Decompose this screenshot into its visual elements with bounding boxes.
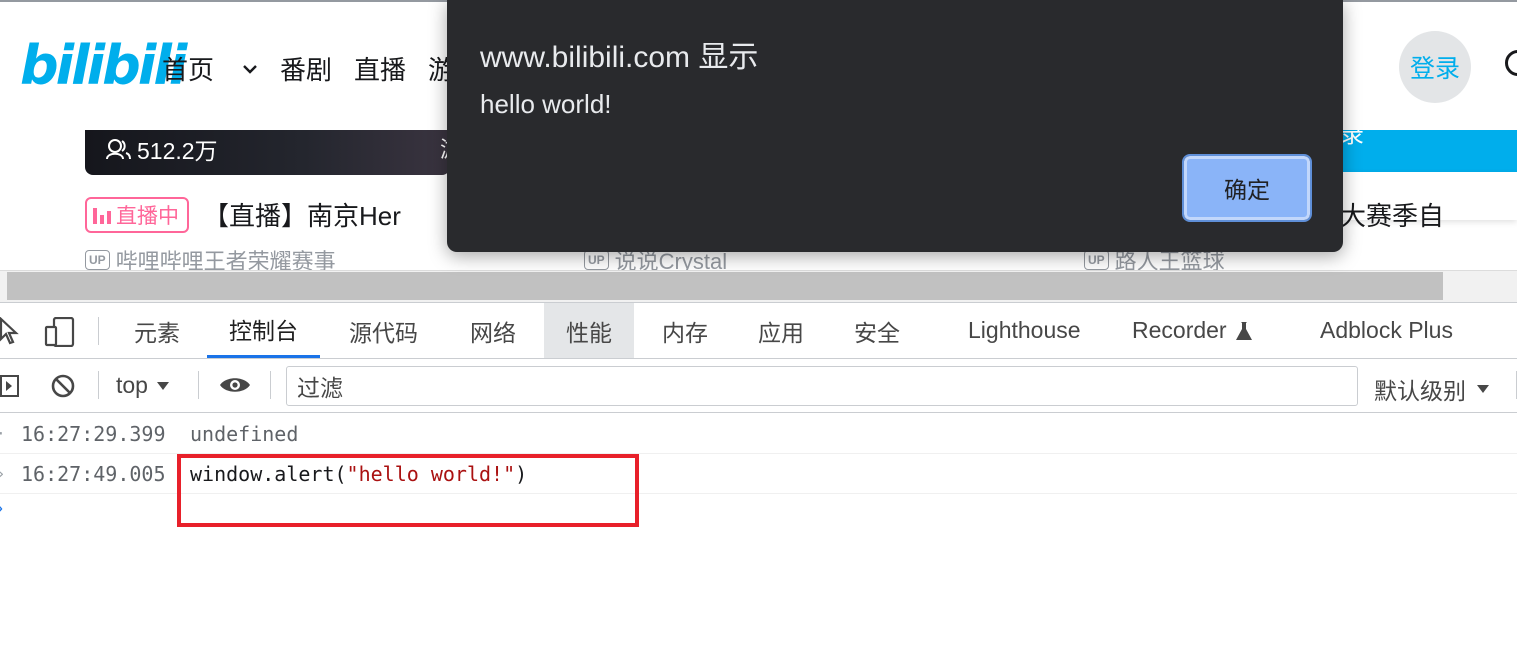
dialog-message: hello world!: [480, 89, 612, 119]
ok-button[interactable]: 确定: [1182, 154, 1312, 222]
toolbar-divider: [198, 371, 199, 399]
result-arrow-icon: ·: [0, 424, 6, 443]
context-selector-label: top: [116, 372, 148, 398]
log-level-label: 默认级别: [1374, 378, 1466, 404]
tab-lighthouse[interactable]: Lighthouse: [946, 303, 1103, 358]
toolbar-divider: [270, 371, 271, 399]
viewers-icon: [106, 139, 131, 160]
up-name: 哔哩哔哩王者荣耀赛事: [115, 249, 336, 270]
bilibili-logo[interactable]: bilibili: [20, 38, 187, 94]
dropdown-triangle-icon: [156, 381, 169, 390]
live-title[interactable]: 【直播】南京Her: [203, 196, 401, 233]
experiment-flask-icon: [1235, 321, 1252, 340]
live-badge-label: 直播中: [116, 204, 179, 228]
tab-memory[interactable]: 内存: [640, 303, 730, 358]
prompt-caret-icon: ›: [0, 498, 3, 519]
input-arrow-icon: ›: [0, 464, 6, 483]
log-level-selector[interactable]: 默认级别: [1374, 372, 1490, 406]
up-row[interactable]: UP 哔哩哔哩王者荣耀赛事: [85, 244, 336, 270]
tab-recorder[interactable]: Recorder: [1110, 303, 1275, 358]
console-timestamp: 16:27:49.005: [21, 461, 166, 486]
tab-adblock-plus[interactable]: Adblock Plus: [1298, 303, 1475, 358]
tab-application[interactable]: 应用: [736, 303, 826, 358]
nav-item-anime[interactable]: 番剧: [280, 50, 332, 87]
live-bars-icon: [93, 206, 111, 224]
toolbar-divider: [98, 371, 99, 399]
inspect-element-icon[interactable]: [0, 317, 22, 345]
dialog-title: www.bilibili.com 显示: [480, 41, 759, 74]
up-tag-icon: UP: [584, 250, 609, 270]
main-nav: 首页 番剧 直播 游: [162, 50, 476, 87]
sidebar-toggle-icon[interactable]: [0, 375, 20, 397]
nav-item-live[interactable]: 直播: [354, 50, 406, 87]
nav-item-home[interactable]: 首页: [162, 50, 258, 87]
scrollbar-thumb[interactable]: [7, 272, 1443, 300]
horizontal-scrollbar[interactable]: [0, 270, 1517, 302]
live-row[interactable]: 直播中 【直播】南京Her: [85, 196, 401, 233]
right-title-partial[interactable]: 大赛季自: [1340, 196, 1444, 233]
up-tag-icon: UP: [1084, 250, 1109, 270]
console-filter-input[interactable]: 过滤: [286, 366, 1358, 406]
chevron-down-icon: [243, 64, 257, 74]
view-count-text: 512.2万: [137, 138, 218, 164]
tab-network[interactable]: 网络: [448, 303, 538, 358]
console-timestamp: 16:27:29.399: [21, 421, 166, 446]
tab-performance[interactable]: 性能: [544, 303, 634, 358]
live-badge: 直播中: [85, 196, 189, 233]
clear-console-icon[interactable]: [50, 373, 76, 399]
context-selector[interactable]: top: [116, 372, 170, 399]
live-expression-eye-icon[interactable]: [218, 374, 252, 396]
tab-elements[interactable]: 元素: [112, 303, 202, 358]
device-toolbar-icon[interactable]: [44, 317, 76, 347]
tab-security[interactable]: 安全: [832, 303, 922, 358]
dropdown-triangle-icon: [1477, 385, 1489, 393]
nav-item-label: 首页: [162, 55, 215, 85]
view-count: 512.2万: [105, 132, 218, 166]
red-highlight-box: [177, 454, 639, 527]
console-message[interactable]: · 16:27:29.399 undefined: [0, 414, 1517, 454]
console-toolbar: top 过滤 默认级别: [0, 359, 1517, 413]
tab-console[interactable]: 控制台: [207, 303, 320, 358]
login-button[interactable]: 登录: [1399, 31, 1471, 103]
partial-circle-icon[interactable]: [1505, 50, 1517, 76]
tab-sources[interactable]: 源代码: [327, 303, 440, 358]
devtools-tabbar: 元素 控制台 源代码 网络 性能 内存 应用 安全 Lighthouse Rec…: [0, 303, 1517, 359]
toolbar-divider: [98, 317, 99, 345]
alert-dialog: www.bilibili.com 显示 hello world! 确定: [447, 0, 1343, 252]
console-result-text: undefined: [190, 421, 299, 446]
up-tag-icon: UP: [85, 250, 110, 270]
tab-recorder-label: Recorder: [1132, 317, 1227, 343]
